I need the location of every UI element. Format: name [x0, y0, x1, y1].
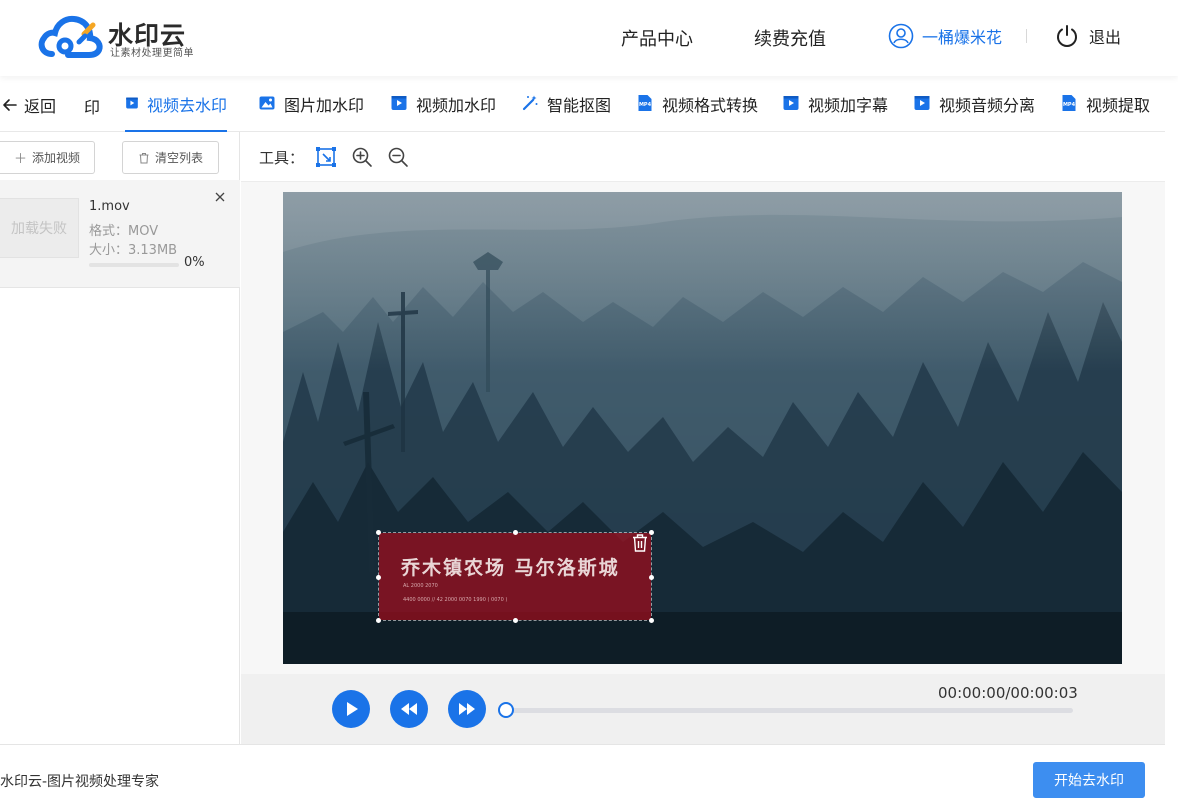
file-progress-bar — [89, 263, 179, 267]
top-header: 水印云 让素材处理更简单 产品中心 续费充值 一桶爆米花 退出 — [0, 0, 1178, 76]
tab-label: 视频格式转换 — [662, 96, 759, 115]
rewind-icon — [401, 703, 417, 715]
file-format: 格式：MOV — [89, 224, 159, 239]
image-icon — [259, 96, 275, 110]
file-item[interactable]: 加载失败 1.mov 格式：MOV 大小：3.13MB 0% — [0, 180, 240, 288]
tab-label: 视频加字幕 — [808, 96, 889, 115]
select-region-button[interactable] — [315, 146, 337, 168]
tab-video-audio-split[interactable]: 视频音频分离 — [913, 92, 1035, 132]
tab-label: 视频音频分离 — [939, 96, 1036, 115]
preview-stage: 乔木镇农场 马尔洛斯城 AL 2000 2070 4400 0000 // 42… — [241, 182, 1165, 674]
tab-video-format-convert[interactable]: MP4 视频格式转换 — [636, 92, 758, 132]
svg-text:MP4: MP4 — [639, 102, 652, 108]
watermark-text: 乔木镇农场 马尔洛斯城 — [401, 557, 620, 579]
zoom-in-icon — [352, 147, 372, 167]
playback-controls: 00:00:00/00:00:03 — [241, 674, 1165, 744]
logout-button[interactable]: 退出 — [1055, 23, 1121, 49]
fast-forward-icon — [459, 703, 475, 715]
file-name: 1.mov — [89, 199, 130, 214]
footer: 水印云-图片视频处理专家 开始去水印 — [0, 744, 1165, 806]
seek-bar[interactable] — [506, 708, 1073, 713]
resize-handle[interactable] — [376, 618, 381, 623]
resize-handle[interactable] — [376, 575, 381, 580]
nav-product-center[interactable]: 产品中心 — [621, 25, 693, 51]
delete-selection-button[interactable] — [631, 533, 649, 553]
right-edge — [1165, 76, 1178, 806]
video-icon — [126, 97, 138, 109]
trash-icon — [633, 534, 647, 552]
back-button[interactable]: 返回 — [2, 93, 56, 117]
resize-handle[interactable] — [513, 530, 518, 535]
tab-image-add-watermark[interactable]: 图片加水印 — [258, 92, 364, 132]
time-display: 00:00:00/00:00:03 — [938, 684, 1078, 702]
footer-tagline: 水印云-图片视频处理专家 — [0, 774, 160, 790]
logo[interactable]: 水印云 让素材处理更简单 — [38, 14, 208, 62]
tab-label: 视频加水印 — [416, 96, 497, 115]
user-icon — [888, 23, 914, 49]
mp4-icon: MP4 — [1062, 95, 1076, 111]
file-list-panel: ＋ 添加视频 清空列表 加载失败 1.mov 格式：MOV 大小：3.13MB … — [0, 132, 240, 744]
watermark-small-text: 4400 0000 // 42 2000 0070 1990 ( 0070 ) — [403, 597, 508, 603]
resize-handle[interactable] — [649, 530, 654, 535]
watermark-small-text: AL 2000 2070 — [403, 583, 438, 589]
file-progress-text: 0% — [184, 255, 205, 270]
tools-label: 工具： — [259, 149, 305, 167]
user-name: 一桶爆米花 — [922, 28, 1003, 47]
tab-label: 视频去水印 — [146, 96, 227, 115]
nav-renew-recharge[interactable]: 续费充值 — [754, 25, 826, 51]
resize-handle[interactable] — [376, 530, 381, 535]
trash-icon — [139, 152, 149, 163]
resize-handle[interactable] — [513, 618, 518, 623]
plus-icon: ＋ — [13, 152, 27, 167]
resize-handle[interactable] — [649, 575, 654, 580]
close-icon — [215, 192, 225, 202]
play-icon — [347, 702, 358, 716]
video-icon — [914, 96, 930, 110]
zoom-out-icon — [388, 147, 408, 167]
tab-video-remove-watermark[interactable]: 视频去水印 — [125, 92, 227, 132]
tab-smart-cutout[interactable]: 智能抠图 — [521, 92, 611, 132]
tool-nav: 返回 印 视频去水印 图片加水印 视频加水印 智能抠图 MP4 视频格式转换 视… — [0, 76, 1165, 132]
add-video-button[interactable]: ＋ 添加视频 — [0, 141, 95, 174]
play-button[interactable] — [332, 690, 370, 728]
clear-list-label: 清空列表 — [154, 151, 203, 165]
svg-text:MP4: MP4 — [1063, 102, 1076, 108]
tab-video-add-subtitle[interactable]: 视频加字幕 — [782, 92, 888, 132]
file-thumbnail: 加载失败 — [0, 198, 79, 258]
tab-video-extract[interactable]: MP4 视频提取 — [1060, 92, 1150, 132]
zoom-in-button[interactable] — [351, 146, 373, 168]
file-size: 大小：3.13MB — [89, 243, 178, 258]
tab-label: 智能抠图 — [547, 96, 612, 115]
tab-label: 图片加水印 — [284, 96, 365, 115]
tab-video-add-watermark[interactable]: 视频加水印 — [390, 92, 496, 132]
watermark-selection-box[interactable]: 乔木镇农场 马尔洛斯城 AL 2000 2070 4400 0000 // 42… — [376, 530, 654, 623]
video-icon — [391, 96, 407, 110]
clear-list-button[interactable]: 清空列表 — [122, 141, 219, 174]
power-icon — [1057, 25, 1077, 47]
logo-slogan: 让素材处理更简单 — [110, 48, 194, 59]
arrow-left-icon — [3, 99, 17, 111]
editor-area: 工具： 乔木镇农场 马尔洛斯城 AL 2000 2070 4400 0000 /… — [241, 132, 1165, 744]
zoom-out-button[interactable] — [387, 146, 409, 168]
remove-file-button[interactable] — [215, 190, 225, 206]
seek-handle[interactable] — [498, 702, 514, 718]
select-region-icon — [316, 147, 336, 167]
header-divider — [1026, 29, 1027, 43]
logout-label: 退出 — [1089, 28, 1122, 47]
tab-label: 视频提取 — [1086, 96, 1151, 115]
start-remove-watermark-button[interactable]: 开始去水印 — [1033, 762, 1145, 798]
back-label: 返回 — [24, 97, 57, 116]
resize-handle[interactable] — [649, 618, 654, 623]
tab-clipped[interactable]: 印 — [84, 94, 100, 118]
user-menu[interactable]: 一桶爆米花 — [888, 22, 1002, 50]
video-icon — [783, 96, 799, 110]
magic-wand-icon — [522, 95, 538, 111]
video-preview[interactable]: 乔木镇农场 马尔洛斯城 AL 2000 2070 4400 0000 // 42… — [283, 192, 1122, 664]
add-video-label: 添加视频 — [32, 151, 81, 165]
fast-forward-button[interactable] — [448, 690, 486, 728]
cloud-logo-icon — [38, 15, 103, 58]
mp4-icon: MP4 — [638, 95, 652, 111]
rewind-button[interactable] — [390, 690, 428, 728]
editor-toolbar: 工具： — [241, 132, 1165, 182]
